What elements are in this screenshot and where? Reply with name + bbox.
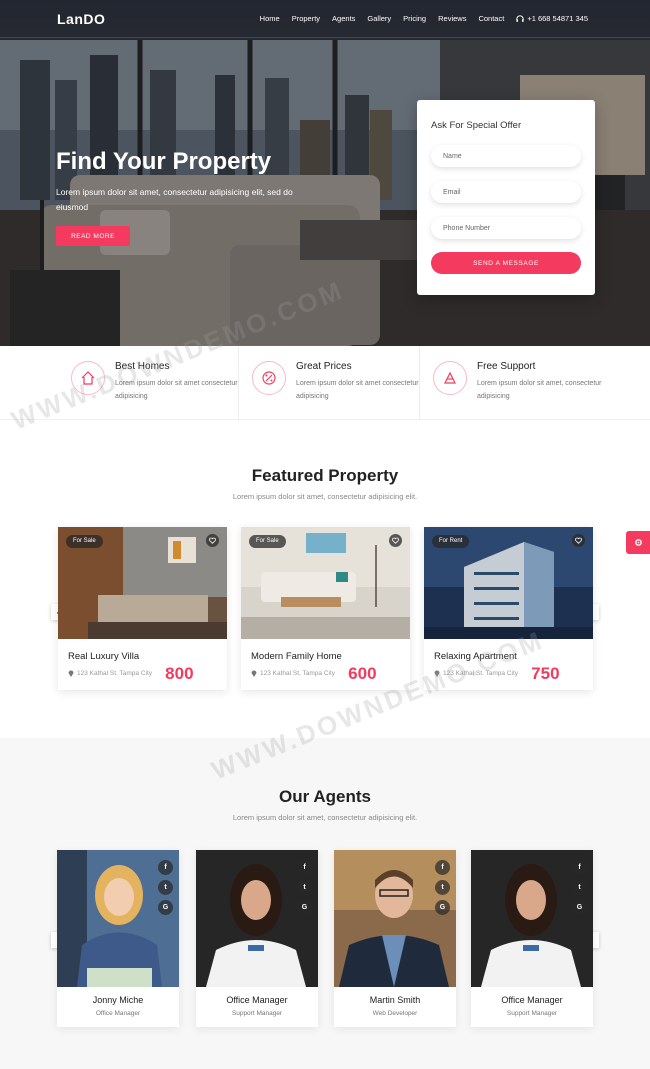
twitter-icon[interactable]: t bbox=[297, 880, 312, 895]
property-address: 123 Kathal St. Tampa City bbox=[68, 669, 152, 677]
phone-number: +1 668 54871 345 bbox=[527, 14, 588, 23]
hero-section: LanDO Home Property Agents Gallery Prici… bbox=[0, 0, 650, 346]
agent-name[interactable]: Office Manager bbox=[471, 995, 593, 1005]
headset-icon bbox=[516, 14, 524, 22]
map-pin-icon bbox=[251, 670, 257, 677]
hero-title: Find Your Property bbox=[56, 148, 272, 175]
feature-title: Great Prices bbox=[296, 361, 352, 372]
heart-icon[interactable] bbox=[206, 534, 219, 547]
hero-subtitle: Lorem ipsum dolor sit amet, consectetur … bbox=[56, 187, 293, 212]
nav-link-pricing[interactable]: Pricing bbox=[403, 14, 426, 23]
read-more-button[interactable]: READ MORE bbox=[56, 226, 130, 246]
property-name[interactable]: Relaxing Apartment bbox=[434, 651, 517, 662]
feature-title: Best Homes bbox=[115, 361, 170, 372]
property-price: $ 750 /month bbox=[524, 664, 585, 683]
feature-text: Lorem ipsum dolor sit amet consectetur a… bbox=[115, 380, 238, 400]
settings-side-tab[interactable] bbox=[626, 531, 650, 554]
agent-social-links: f t G bbox=[297, 860, 312, 915]
home-icon bbox=[71, 361, 105, 395]
divider bbox=[419, 346, 420, 420]
heart-icon[interactable] bbox=[389, 534, 402, 547]
map-pin-icon bbox=[434, 670, 440, 677]
property-price: $ 800 /month bbox=[158, 664, 219, 683]
email-input[interactable]: Email bbox=[431, 181, 581, 203]
agent-name[interactable]: Martin Smith bbox=[334, 995, 456, 1005]
features-strip: Best Homes Lorem ipsum dolor sit amet co… bbox=[0, 346, 650, 420]
facebook-icon[interactable]: f bbox=[297, 860, 312, 875]
facebook-icon[interactable]: f bbox=[158, 860, 173, 875]
google-icon[interactable]: G bbox=[572, 900, 587, 915]
property-address: 123 Kathal St. Tampa City bbox=[251, 669, 335, 677]
agents-section-subtitle: Lorem ipsum dolor sit amet, consectetur … bbox=[232, 813, 418, 822]
agent-role: Office Manager bbox=[95, 1010, 141, 1017]
agent-card[interactable]: f t G Martin Smith Web Developer bbox=[334, 850, 456, 1027]
agent-social-links: f t G bbox=[572, 860, 587, 915]
property-name[interactable]: Real Luxury Villa bbox=[68, 651, 139, 662]
google-icon[interactable]: G bbox=[297, 900, 312, 915]
nav-link-agents[interactable]: Agents bbox=[332, 14, 355, 23]
twitter-icon[interactable]: t bbox=[435, 880, 450, 895]
agent-role: Web Developer bbox=[372, 1010, 418, 1017]
property-name[interactable]: Modern Family Home bbox=[251, 651, 342, 662]
property-status-badge: For Sale bbox=[66, 535, 103, 548]
feature-title: Free Support bbox=[477, 361, 536, 372]
google-icon[interactable]: G bbox=[158, 900, 173, 915]
nav-link-reviews[interactable]: Reviews bbox=[438, 14, 466, 23]
feature-text: Lorem ipsum dolor sit amet, consectetur … bbox=[477, 380, 602, 400]
property-address: 123 Kathal St. Tampa City bbox=[434, 669, 518, 677]
agent-card[interactable]: f t G Office Manager Support Manager bbox=[471, 850, 593, 1027]
feature-text: Lorem ipsum dolor sit amet consectetur a… bbox=[296, 380, 419, 400]
twitter-icon[interactable]: t bbox=[572, 880, 587, 895]
map-pin-icon bbox=[68, 670, 74, 677]
logo[interactable]: LanDO bbox=[57, 11, 105, 27]
navbar: LanDO Home Property Agents Gallery Prici… bbox=[0, 0, 650, 38]
featured-section-subtitle: Lorem ipsum dolor sit amet, consectetur … bbox=[232, 492, 418, 501]
name-input[interactable]: Name bbox=[431, 145, 581, 167]
property-card[interactable]: For Sale $ 600 /month Modern Family Home… bbox=[241, 527, 410, 690]
property-status-badge: For Rent bbox=[432, 535, 470, 548]
nav-menu: Home Property Agents Gallery Pricing Rev… bbox=[260, 14, 588, 23]
nav-phone[interactable]: +1 668 54871 345 bbox=[516, 14, 588, 23]
agent-social-links: f t G bbox=[435, 860, 450, 915]
property-status-badge: For Sale bbox=[249, 535, 286, 548]
agent-name[interactable]: Office Manager bbox=[196, 995, 318, 1005]
agents-section-title: Our Agents bbox=[279, 787, 371, 806]
property-price: $ 600 /month bbox=[341, 664, 402, 683]
agent-social-links: f t G bbox=[158, 860, 173, 915]
property-card[interactable]: For Sale $ 800 /month Real Luxury Villa … bbox=[58, 527, 227, 690]
featured-section-title: Featured Property bbox=[251, 466, 399, 485]
send-message-button[interactable]: SEND A MESSAGE bbox=[431, 252, 581, 274]
phone-input[interactable]: Phone Number bbox=[431, 217, 581, 239]
offer-form-title: Ask For Special Offer bbox=[431, 120, 522, 131]
gear-icon bbox=[634, 539, 642, 546]
facebook-icon[interactable]: f bbox=[572, 860, 587, 875]
divider bbox=[238, 346, 239, 420]
property-card[interactable]: For Rent $ 750 /month Relaxing Apartment… bbox=[424, 527, 593, 690]
agent-name[interactable]: Jonny Miche bbox=[57, 995, 179, 1005]
nav-link-contact[interactable]: Contact bbox=[478, 14, 504, 23]
nav-link-gallery[interactable]: Gallery bbox=[367, 14, 391, 23]
facebook-icon[interactable]: f bbox=[435, 860, 450, 875]
agent-card[interactable]: f t G Office Manager Support Manager bbox=[196, 850, 318, 1027]
agent-role: Support Manager bbox=[231, 1010, 283, 1017]
nav-link-home[interactable]: Home bbox=[260, 14, 280, 23]
twitter-icon[interactable]: t bbox=[158, 880, 173, 895]
nav-link-property[interactable]: Property bbox=[292, 14, 320, 23]
heart-icon[interactable] bbox=[572, 534, 585, 547]
support-icon bbox=[433, 361, 467, 395]
agent-role: Support Manager bbox=[506, 1010, 558, 1017]
agent-card[interactable]: f t G Jonny Miche Office Manager bbox=[57, 850, 179, 1027]
discount-icon bbox=[252, 361, 286, 395]
special-offer-form: Ask For Special Offer Name Email Phone N… bbox=[417, 100, 595, 295]
google-icon[interactable]: G bbox=[435, 900, 450, 915]
